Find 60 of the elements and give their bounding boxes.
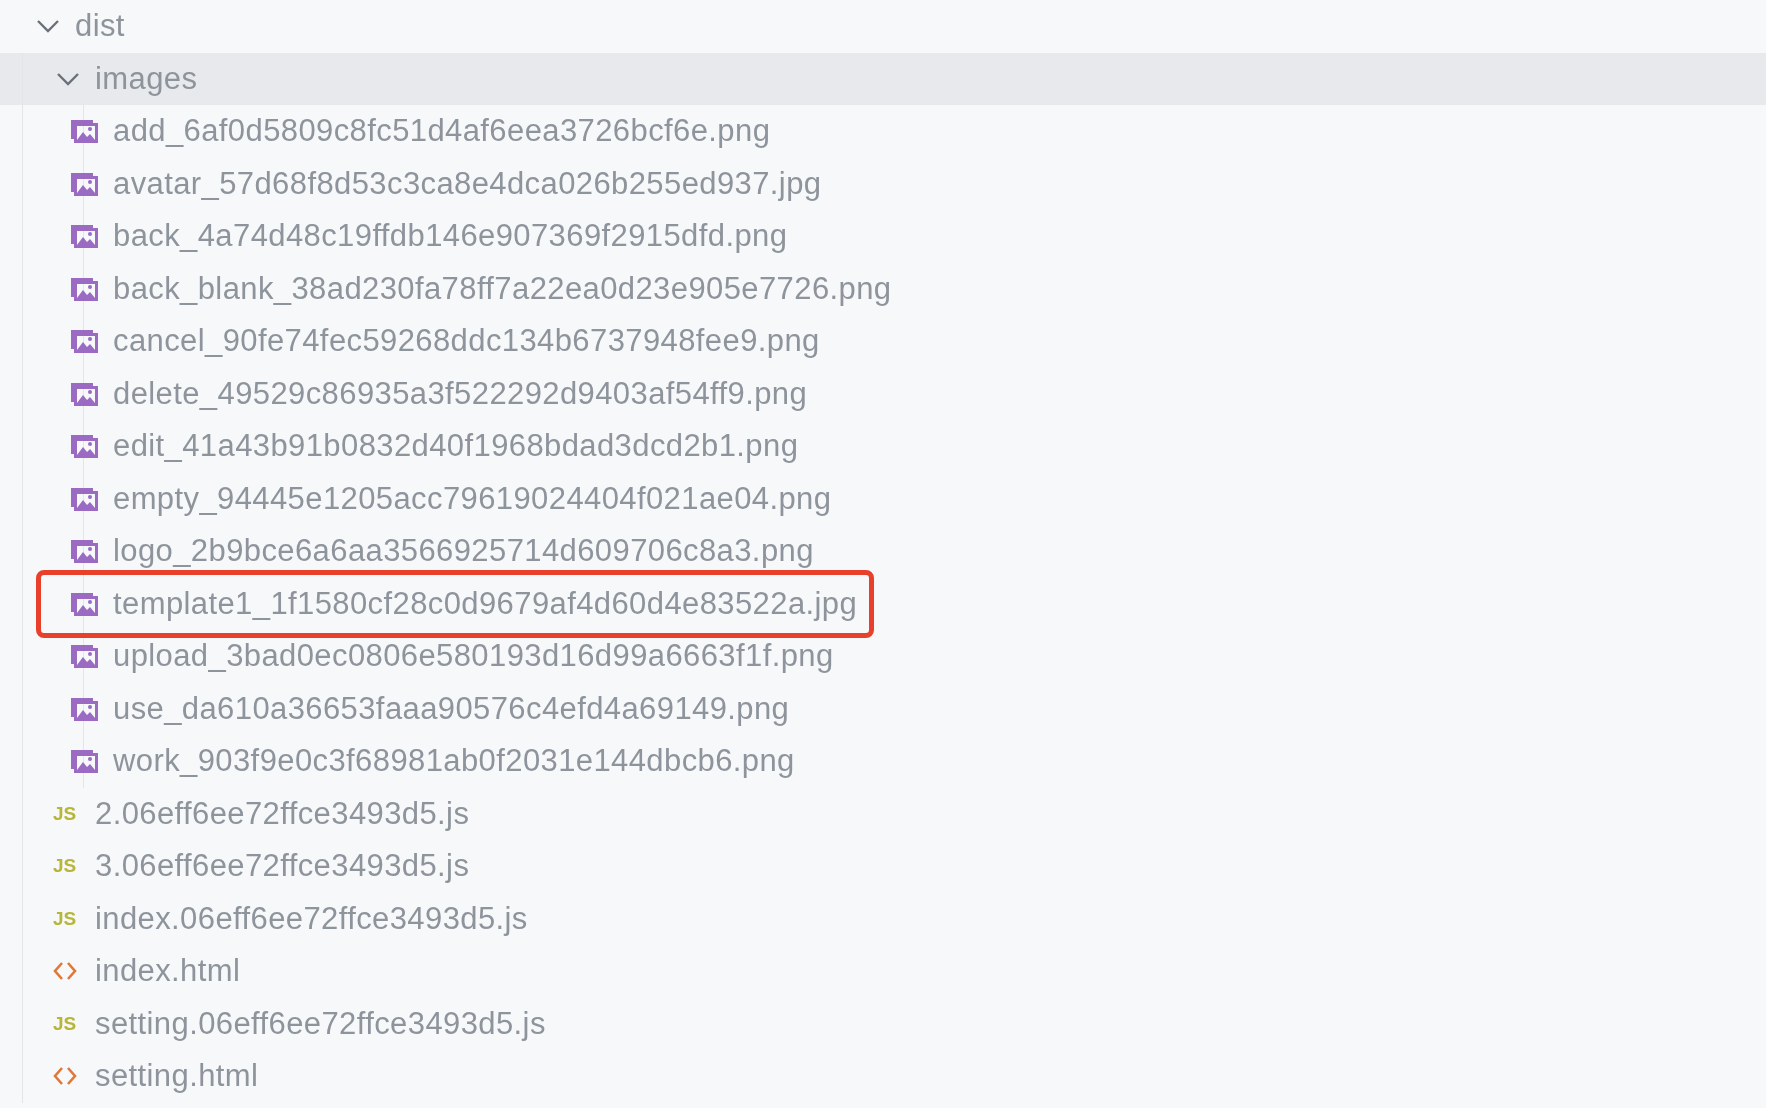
file-name: upload_3bad0ec0806e580193d16d99a6663f1f.png <box>113 638 834 675</box>
tree-row[interactable]: JS setting.06eff6ee72ffce3493d5.js <box>0 997 1766 1050</box>
js-file-icon: JS <box>53 1012 77 1035</box>
tree-row[interactable]: work_903f9e0c3f68981ab0f2031e144dbcb6.png <box>0 735 1766 788</box>
file-name: use_da610a36653faaa90576c4efd4a69149.png <box>113 690 790 727</box>
tree-row[interactable]: JS index.06eff6ee72ffce3493d5.js <box>0 892 1766 945</box>
file-name: template1_1f1580cf28c0d9679af4d60d4e83522a.jpg <box>113 585 858 622</box>
file-name: add_6af0d5809c8fc51d4af6eea3726bcf6e.png <box>113 113 771 150</box>
image-file-icon <box>70 381 98 406</box>
tree-row[interactable]: setting.html <box>0 1050 1766 1103</box>
tree-row[interactable]: edit_41a43b91b0832d40f1968bdad3dcd2b1.png <box>0 420 1766 473</box>
file-name: delete_49529c86935a3f522292d9403af54ff9.png <box>113 375 808 412</box>
chevron-icon[interactable] <box>56 71 80 86</box>
tree-row[interactable]: images <box>0 52 1766 105</box>
file-name: index.06eff6ee72ffce3493d5.js <box>95 900 528 937</box>
image-file-icon <box>70 644 98 669</box>
image-file-icon <box>70 329 98 354</box>
folder-name: dist <box>75 8 125 45</box>
image-file-icon <box>70 434 98 459</box>
tree-row[interactable]: back_4a74d48c19ffdb146e907369f2915dfd.png <box>0 210 1766 263</box>
file-name: empty_94445e1205acc79619024404f021ae04.png <box>113 480 832 517</box>
tree-row[interactable]: JS 3.06eff6ee72ffce3493d5.js <box>0 840 1766 893</box>
image-file-icon <box>70 486 98 511</box>
file-name: edit_41a43b91b0832d40f1968bdad3dcd2b1.png <box>113 428 799 465</box>
image-file-icon <box>70 224 98 249</box>
chevron-icon[interactable] <box>36 19 60 34</box>
file-name: index.html <box>95 953 241 990</box>
tree-row[interactable]: back_blank_38ad230fa78ff7a22ea0d23e905e7726.png <box>0 262 1766 315</box>
code-file-icon <box>53 1066 77 1087</box>
tree-row[interactable]: empty_94445e1205acc79619024404f021ae04.png <box>0 472 1766 525</box>
js-file-icon: JS <box>53 907 77 930</box>
file-name: back_4a74d48c19ffdb146e907369f2915dfd.png <box>113 218 788 255</box>
tree-row[interactable]: cancel_90fe74fec59268ddc134b6737948fee9.png <box>0 315 1766 368</box>
tree-row[interactable]: add_6af0d5809c8fc51d4af6eea3726bcf6e.png <box>0 105 1766 158</box>
image-file-icon <box>70 749 98 774</box>
image-file-icon <box>70 696 98 721</box>
js-file-icon: JS <box>53 855 77 878</box>
file-name: 2.06eff6ee72ffce3493d5.js <box>95 795 470 832</box>
image-file-icon <box>70 171 98 196</box>
file-name: work_903f9e0c3f68981ab0f2031e144dbcb6.png <box>113 743 795 780</box>
image-file-icon <box>70 591 98 616</box>
tree-row[interactable]: avatar_57d68f8d53c3ca8e4dca026b255ed937.jpg <box>0 157 1766 210</box>
image-file-icon <box>70 276 98 301</box>
tree-row[interactable]: delete_49529c86935a3f522292d9403af54ff9.png <box>0 367 1766 420</box>
file-name: setting.html <box>95 1058 259 1095</box>
tree-row[interactable]: index.html <box>0 945 1766 998</box>
tree-row[interactable]: use_da610a36653faaa90576c4efd4a69149.png <box>0 682 1766 735</box>
tree-row[interactable]: JS 2.06eff6ee72ffce3493d5.js <box>0 787 1766 840</box>
file-name: setting.06eff6ee72ffce3493d5.js <box>95 1005 546 1042</box>
code-file-icon <box>53 961 77 982</box>
tree-row[interactable]: dist <box>0 0 1766 53</box>
file-name: avatar_57d68f8d53c3ca8e4dca026b255ed937.jpg <box>113 165 822 202</box>
js-file-icon: JS <box>53 802 77 825</box>
image-file-icon <box>70 539 98 564</box>
file-name: logo_2b9bce6a6aa3566925714d609706c8a3.png <box>113 533 814 570</box>
file-name: 3.06eff6ee72ffce3493d5.js <box>95 848 470 885</box>
folder-name: images <box>95 60 198 97</box>
image-file-icon <box>70 119 98 144</box>
file-name: cancel_90fe74fec59268ddc134b6737948fee9.png <box>113 323 820 360</box>
file-name: back_blank_38ad230fa78ff7a22ea0d23e905e7726.png <box>113 270 892 307</box>
